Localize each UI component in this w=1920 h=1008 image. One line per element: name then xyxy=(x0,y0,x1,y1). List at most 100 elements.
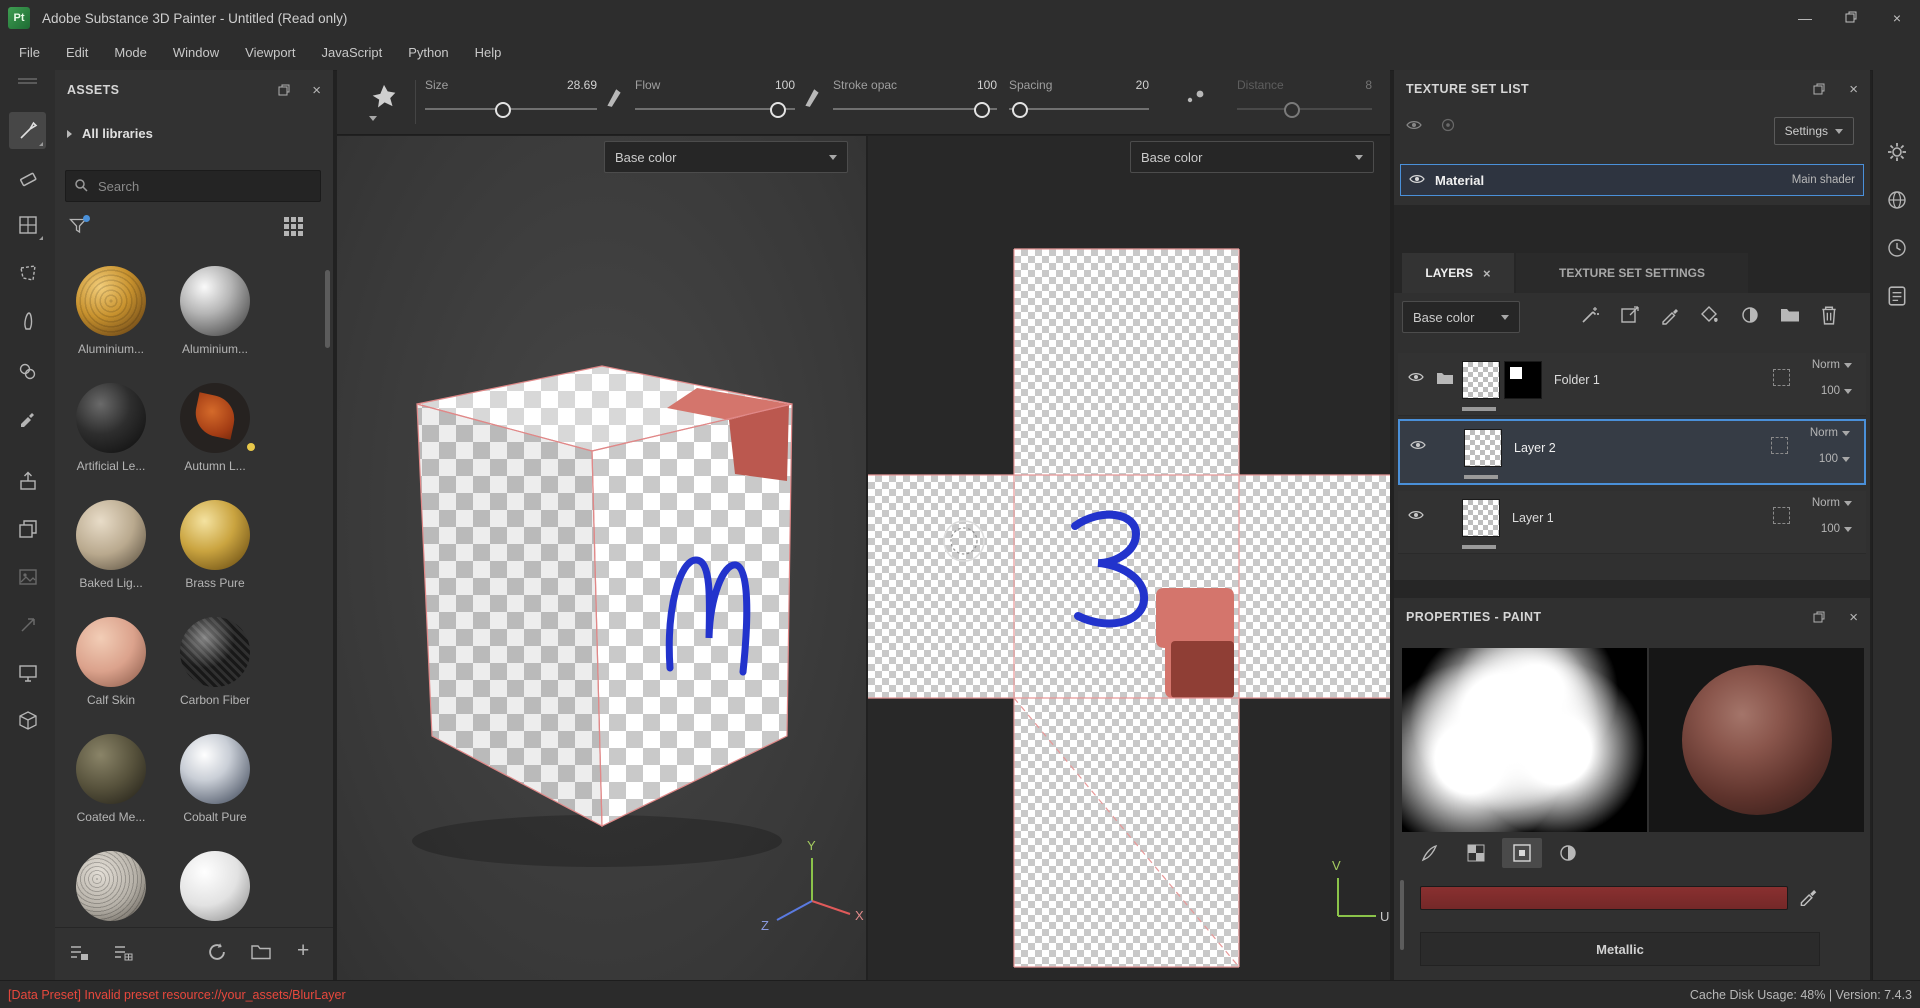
properties-scrollbar[interactable] xyxy=(1400,880,1404,950)
undock-icon[interactable] xyxy=(1813,611,1825,623)
material-thumbnail[interactable] xyxy=(76,383,146,453)
size-slider[interactable] xyxy=(425,102,597,118)
spacing-slider-knob[interactable] xyxy=(1011,102,1028,118)
asset-item[interactable]: Autumn L... xyxy=(167,383,263,473)
material-thumbnail[interactable] xyxy=(76,851,146,921)
menu-python[interactable]: Python xyxy=(395,36,461,70)
asset-item[interactable]: Calf Skin xyxy=(63,617,159,707)
brush-alpha-preview[interactable] xyxy=(1402,648,1647,832)
material-picker-tool-button[interactable] xyxy=(9,398,46,435)
layer-row-layer-2[interactable]: Layer 2 Norm 100 xyxy=(1398,419,1866,485)
color-swatch[interactable] xyxy=(1420,886,1788,910)
close-panel-icon[interactable]: × xyxy=(312,83,321,98)
undock-icon[interactable] xyxy=(278,84,290,96)
stroke-opacity-knob[interactable] xyxy=(973,102,990,118)
menu-file[interactable]: File xyxy=(6,36,53,70)
image-tool-button[interactable] xyxy=(9,558,46,595)
maximize-button[interactable] xyxy=(1828,0,1874,36)
close-panel-icon[interactable]: × xyxy=(1849,610,1858,625)
blend-mode-select[interactable]: Norm xyxy=(1810,427,1850,439)
solo-eye-icon[interactable] xyxy=(1440,118,1456,135)
panel-handle[interactable] xyxy=(18,78,37,80)
folder-icon[interactable] xyxy=(251,943,271,961)
asset-item[interactable]: Coated Me... xyxy=(63,734,159,824)
display-settings-tool-button[interactable] xyxy=(9,654,46,691)
visibility-eye-icon[interactable] xyxy=(1406,119,1422,134)
opacity-select[interactable]: 100 xyxy=(1821,385,1852,397)
paint-tool-button[interactable] xyxy=(9,112,46,149)
visibility-eye-icon[interactable] xyxy=(1409,173,1425,188)
material-mode-icon[interactable] xyxy=(1548,838,1588,868)
assets-scrollbar[interactable] xyxy=(325,270,330,348)
material-thumbnail[interactable] xyxy=(180,851,250,921)
transform-tool-button[interactable] xyxy=(9,606,46,643)
asset-item[interactable]: Aluminium... xyxy=(167,266,263,356)
asset-item[interactable] xyxy=(167,851,263,927)
layer-thumbnail[interactable] xyxy=(1462,499,1500,537)
spacing-dots-icon[interactable] xyxy=(1185,88,1207,109)
uv-tiling-icon[interactable] xyxy=(1771,437,1788,454)
undock-icon[interactable] xyxy=(1813,83,1825,95)
blend-mode-select[interactable]: Norm xyxy=(1812,497,1852,509)
spacing-slider[interactable] xyxy=(1009,102,1149,118)
layer-visibility-icon[interactable] xyxy=(1410,439,1426,454)
color-picker-icon[interactable] xyxy=(1798,884,1818,909)
add-icon[interactable]: + xyxy=(297,939,309,963)
material-thumbnail[interactable] xyxy=(76,500,146,570)
layer-name[interactable]: Layer 2 xyxy=(1514,441,1556,455)
tab-close-icon[interactable]: × xyxy=(1483,267,1491,280)
material-preview[interactable] xyxy=(1649,648,1864,832)
brush-tip-icon[interactable] xyxy=(605,86,623,111)
layer-mask-thumbnail[interactable] xyxy=(1504,361,1542,399)
smudge-tool-button[interactable] xyxy=(9,302,46,339)
search-input[interactable] xyxy=(96,177,300,195)
asset-item[interactable]: Brass Pure xyxy=(167,500,263,590)
distance-slider-knob[interactable] xyxy=(1284,102,1300,118)
flow-slider-knob[interactable] xyxy=(770,102,787,118)
channel-select-3d[interactable]: Base color xyxy=(604,141,848,173)
folder-icon[interactable] xyxy=(1436,371,1454,388)
delete-layer-icon[interactable] xyxy=(1820,305,1838,325)
uv-tiling-icon[interactable] xyxy=(1773,507,1790,524)
add-collection-icon[interactable] xyxy=(113,944,133,962)
layer-visibility-icon[interactable] xyxy=(1408,371,1424,386)
layer-visibility-icon[interactable] xyxy=(1408,509,1424,524)
add-effect-icon[interactable] xyxy=(1580,305,1600,325)
material-thumbnail[interactable] xyxy=(180,383,250,453)
brush-tip-icon[interactable] xyxy=(803,86,821,111)
tab-layers[interactable]: LAYERS × xyxy=(1402,253,1514,293)
grid-view-icon[interactable] xyxy=(283,216,303,239)
material-thumbnail[interactable] xyxy=(76,266,146,336)
alpha-settings-icon[interactable] xyxy=(1456,838,1496,868)
tab-texture-set-settings[interactable]: TEXTURE SET SETTINGS xyxy=(1516,253,1748,293)
shelf-tool-button[interactable] xyxy=(9,702,46,739)
layers-channel-select[interactable]: Base color xyxy=(1402,301,1520,333)
export-tool-button[interactable] xyxy=(9,462,46,499)
menu-edit[interactable]: Edit xyxy=(53,36,101,70)
layer-row-layer-1[interactable]: Layer 1 Norm 100 xyxy=(1398,491,1866,554)
asset-item[interactable] xyxy=(63,851,159,927)
polygon-fill-tool-button[interactable] xyxy=(9,254,46,291)
blend-mode-select[interactable]: Norm xyxy=(1812,359,1852,371)
opacity-select[interactable]: 100 xyxy=(1819,453,1850,465)
fill-bucket-icon[interactable] xyxy=(1700,305,1720,325)
metallic-section-header[interactable]: Metallic xyxy=(1420,932,1820,966)
eraser-tool-button[interactable] xyxy=(9,160,46,197)
menu-window[interactable]: Window xyxy=(160,36,232,70)
material-thumbnail[interactable] xyxy=(180,617,250,687)
size-slider-knob[interactable] xyxy=(495,102,512,118)
panel-handle[interactable] xyxy=(18,82,37,84)
settings-button[interactable]: Settings xyxy=(1773,117,1854,145)
globe-icon[interactable] xyxy=(1885,188,1909,212)
opacity-select[interactable]: 100 xyxy=(1821,523,1852,535)
layer-thumbnail[interactable] xyxy=(1462,361,1500,399)
projection-tool-button[interactable] xyxy=(9,206,46,243)
material-thumbnail[interactable] xyxy=(76,617,146,687)
close-panel-icon[interactable]: × xyxy=(1849,82,1858,97)
brush-settings-icon[interactable] xyxy=(1410,838,1450,868)
asset-item[interactable]: Artificial Le... xyxy=(63,383,159,473)
stroke-opacity-slider[interactable] xyxy=(833,102,997,118)
minimize-button[interactable]: — xyxy=(1782,0,1828,36)
add-folder-icon[interactable] xyxy=(1780,306,1800,324)
stencil-settings-icon[interactable] xyxy=(1502,838,1542,868)
